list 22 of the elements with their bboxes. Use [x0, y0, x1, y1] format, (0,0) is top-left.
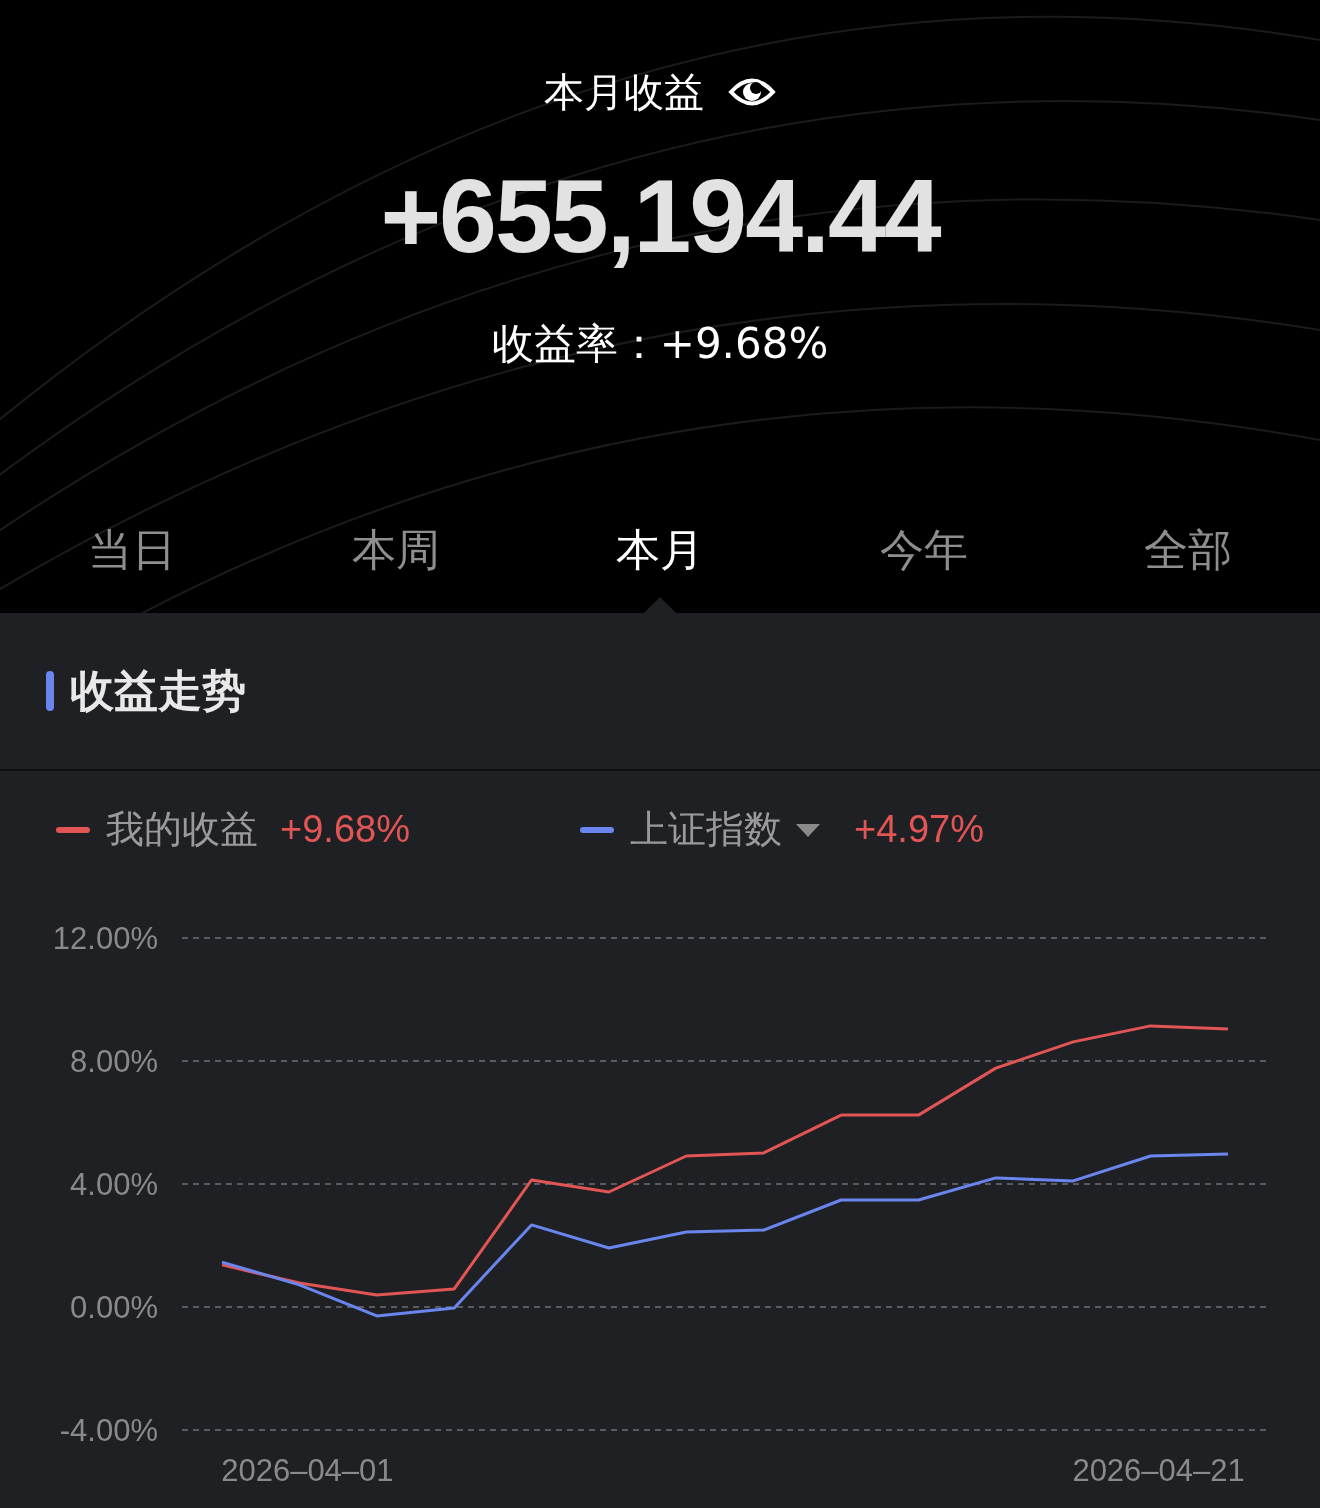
legend-label: 我的收益	[106, 806, 258, 853]
y-axis-label: 12.00%	[52, 921, 158, 956]
legend-label[interactable]: 上证指数	[630, 801, 782, 858]
section-accent-bar	[46, 671, 54, 711]
legend-value: +4.97%	[854, 807, 984, 852]
y-axis-label: 4.00%	[70, 1167, 158, 1202]
summary-title: 本月收益	[544, 68, 704, 117]
period-tab[interactable]: 全部	[1144, 517, 1232, 583]
period-tab[interactable]: 本周	[352, 517, 440, 583]
profit-rate: 收益率：+9.68%	[491, 318, 829, 370]
period-tab[interactable]: 本月	[616, 517, 704, 583]
period-tab[interactable]: 今年	[880, 517, 968, 583]
x-axis-label: 2026–04–01	[221, 1453, 394, 1488]
legend-value: +9.68%	[280, 807, 410, 852]
section-title: 收益走势	[70, 664, 246, 718]
period-tab[interactable]: 当日	[88, 517, 176, 583]
y-axis-label: -4.00%	[59, 1413, 158, 1448]
y-axis-label: 8.00%	[70, 1044, 158, 1079]
y-axis-label: 0.00%	[70, 1290, 158, 1325]
tab-pointer	[644, 597, 676, 613]
profit-amount: +655,194.44	[380, 164, 940, 268]
x-axis-label: 2026–04–21	[1072, 1453, 1245, 1488]
